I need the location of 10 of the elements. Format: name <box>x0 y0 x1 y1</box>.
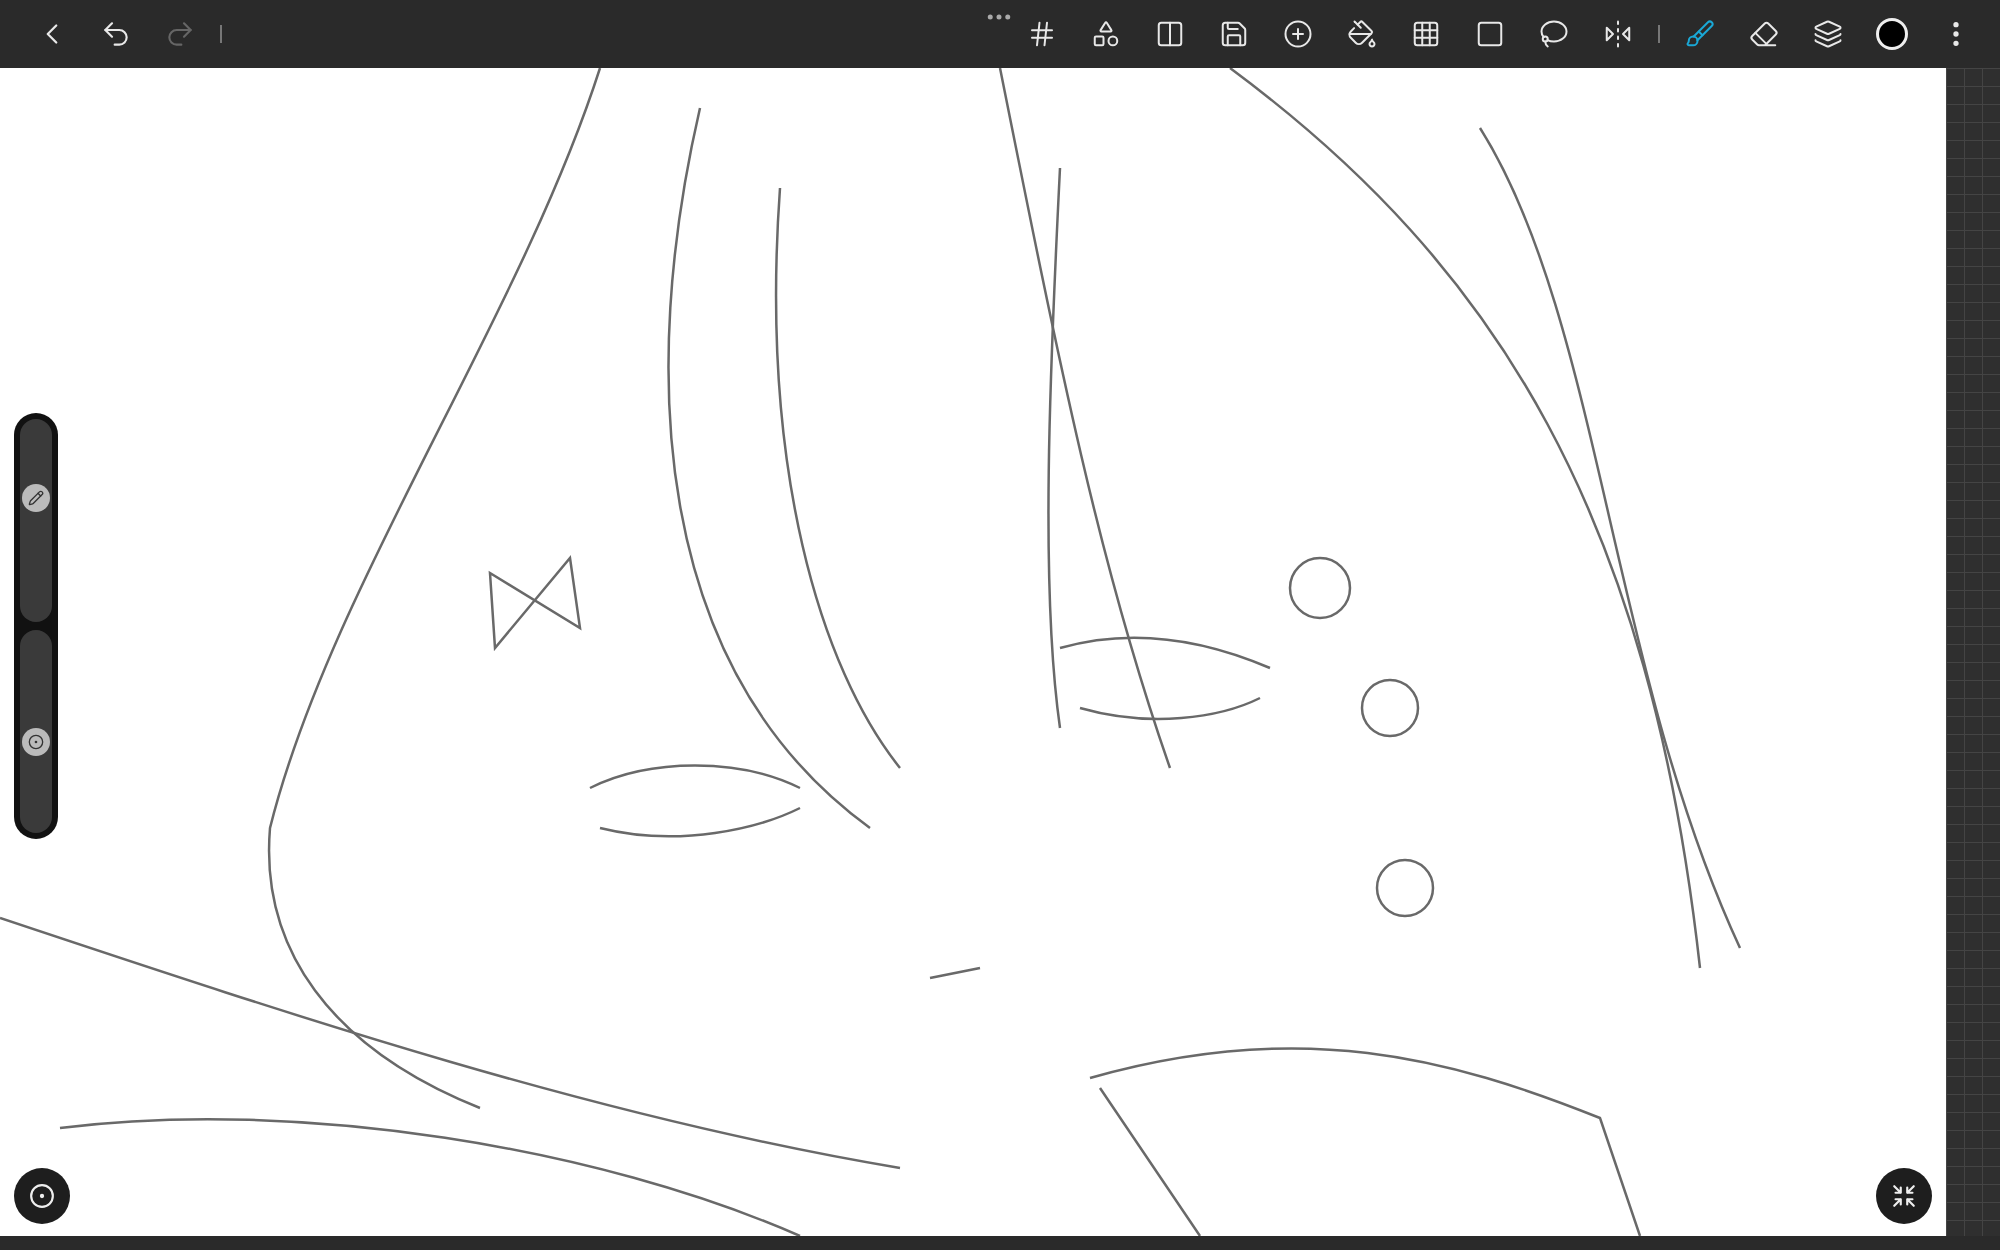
slider-thumb[interactable] <box>22 484 50 513</box>
shrink-arrows-icon <box>1891 1183 1917 1209</box>
brush-opacity-slider[interactable] <box>20 630 52 833</box>
pencil-icon <box>28 490 44 507</box>
circle-icon <box>29 1183 55 1209</box>
quick-menu-button[interactable] <box>14 1168 70 1224</box>
brush-size-slider[interactable] <box>20 419 52 622</box>
circle-icon <box>28 733 44 750</box>
exit-fullscreen-button[interactable] <box>1876 1168 1932 1224</box>
slider-thumb[interactable] <box>22 727 50 756</box>
